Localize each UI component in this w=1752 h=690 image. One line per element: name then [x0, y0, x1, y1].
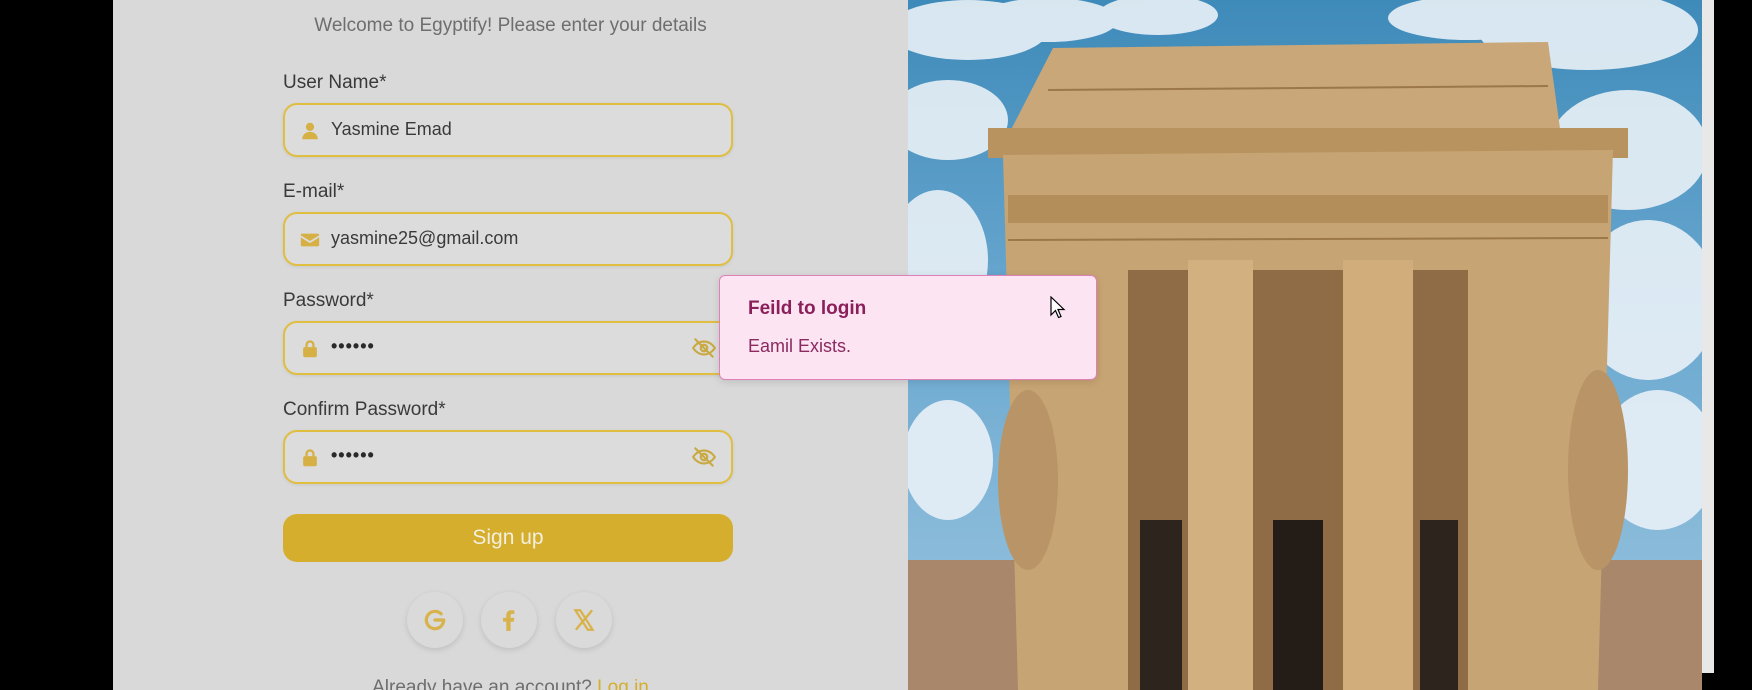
email-value: yasmine25@gmail.com [331, 228, 519, 248]
facebook-icon [503, 610, 515, 631]
x-icon [573, 609, 595, 631]
eye-slash-icon[interactable] [691, 444, 717, 470]
login-link[interactable]: Log in [597, 677, 649, 690]
envelope-icon [299, 229, 321, 251]
x-login-button[interactable] [556, 592, 612, 648]
password-field[interactable]: •••••• [283, 321, 733, 375]
toast-title: Feild to login [748, 298, 867, 319]
google-login-button[interactable] [407, 592, 463, 648]
confirm-password-value: •••••• [331, 445, 375, 465]
google-icon [424, 609, 446, 631]
password-label: Password* [283, 290, 374, 311]
welcome-text: Welcome to Egyptify! Please enter your d… [314, 15, 707, 36]
app-window: Welcome to Egyptify! Please enter your d… [0, 0, 1752, 690]
scrollbar[interactable] [1702, 0, 1714, 673]
error-toast: Feild to login Eamil Exists. [719, 275, 1097, 380]
confirm-password-label: Confirm Password* [283, 399, 446, 420]
toast-message: Eamil Exists. [748, 336, 852, 356]
password-value: •••••• [331, 336, 375, 356]
eye-slash-icon[interactable] [691, 335, 717, 361]
already-account-text: Already have an account? Log in [113, 677, 908, 690]
facebook-login-button[interactable] [481, 592, 537, 648]
user-icon [299, 120, 321, 142]
username-field[interactable]: Yasmine Emad [283, 103, 733, 157]
lock-icon [299, 338, 321, 360]
confirm-password-field[interactable]: •••••• [283, 430, 733, 484]
username-label: User Name* [283, 72, 387, 93]
mouse-cursor-icon [1050, 296, 1066, 319]
username-value: Yasmine Emad [331, 119, 452, 139]
lock-icon [299, 447, 321, 469]
email-field[interactable]: yasmine25@gmail.com [283, 212, 733, 266]
email-label: E-mail* [283, 181, 345, 202]
already-account-label: Already have an account? [372, 677, 592, 690]
signup-button[interactable]: Sign up [283, 514, 733, 562]
